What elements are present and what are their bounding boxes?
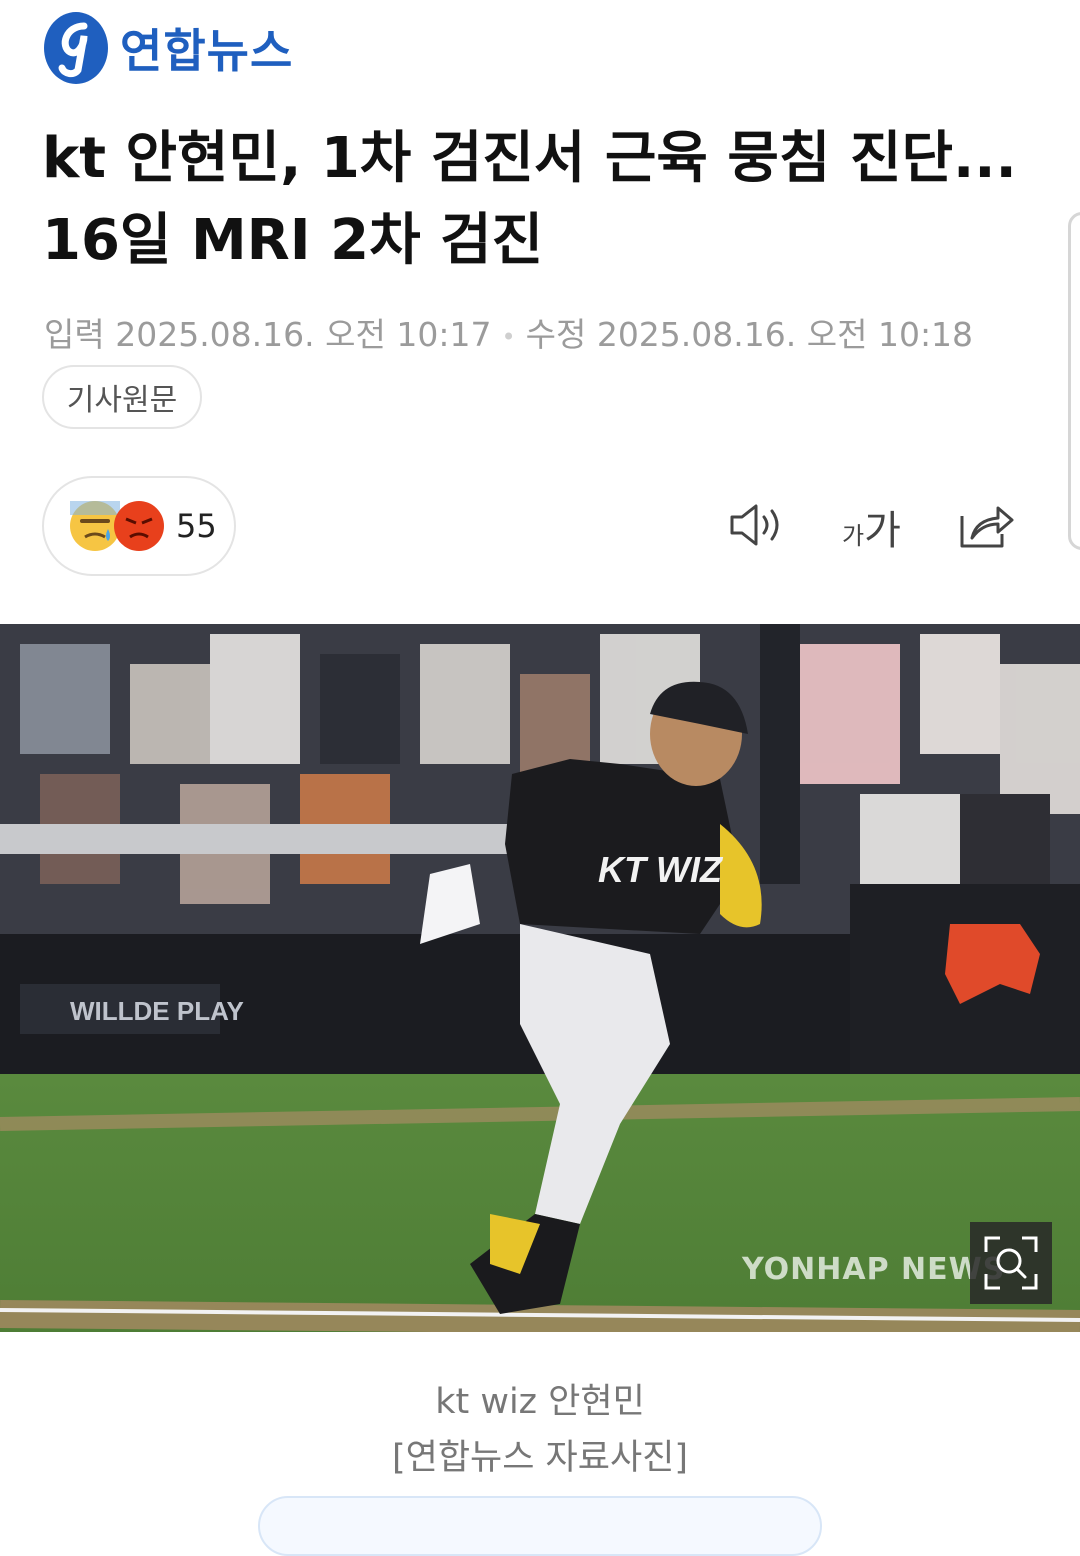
article-photo[interactable]: WILLDE PLAY KT WIZ	[0, 624, 1080, 1332]
photo-zoom-button[interactable]	[970, 1222, 1052, 1304]
share-button[interactable]	[958, 500, 1016, 554]
sad-tear-emoji	[70, 501, 120, 551]
bottom-floating-button[interactable]	[258, 1496, 822, 1556]
svg-text:WILLDE PLAY: WILLDE PLAY	[70, 996, 244, 1026]
article-title-line1: kt 안현민, 1차 검진서 근육 뭉침 진단...	[42, 126, 1017, 191]
text-to-speech-button[interactable]	[728, 500, 786, 554]
angry-emoji	[114, 501, 164, 551]
svg-text:KT WIZ: KT WIZ	[598, 849, 724, 890]
brand-logo[interactable]: 연합뉴스	[44, 12, 293, 84]
speaker-icon	[730, 504, 779, 546]
article-title: kt 안현민, 1차 검진서 근육 뭉침 진단... 16일 MRI 2차 검진	[42, 118, 1022, 282]
published-time: 입력 2025.08.16. 오전 10:17	[44, 315, 492, 354]
side-panel-edge[interactable]	[1068, 212, 1080, 550]
article-title-line2: 16일 MRI 2차 검진	[42, 208, 544, 273]
font-size-small-label: 가	[842, 522, 865, 550]
zoom-icon	[984, 1236, 1038, 1290]
original-article-button[interactable]: 기사원문	[42, 365, 202, 429]
font-size-button[interactable]: 가가	[842, 498, 901, 556]
font-size-large-label: 가	[864, 508, 901, 554]
photo-caption: kt wiz 안현민 [연합뉴스 자료사진]	[0, 1374, 1080, 1486]
brand-name: 연합뉴스	[120, 24, 294, 78]
reaction-button[interactable]: 55	[42, 476, 236, 576]
photo-caption-line2: [연합뉴스 자료사진]	[391, 1438, 689, 1478]
photo-caption-line1: kt wiz 안현민	[435, 1382, 645, 1422]
modified-time: 수정 2025.08.16. 오전 10:18	[525, 315, 974, 354]
article-timestamps: 입력 2025.08.16. 오전 10:17 • 수정 2025.08.16. 오…	[44, 308, 973, 356]
share-icon	[960, 506, 1014, 548]
separator-dot: •	[501, 322, 516, 351]
reaction-count: 55	[176, 507, 217, 545]
yonhap-logo-icon	[44, 12, 108, 84]
photo-watermark: YONHAP NEWS	[742, 1252, 1006, 1287]
